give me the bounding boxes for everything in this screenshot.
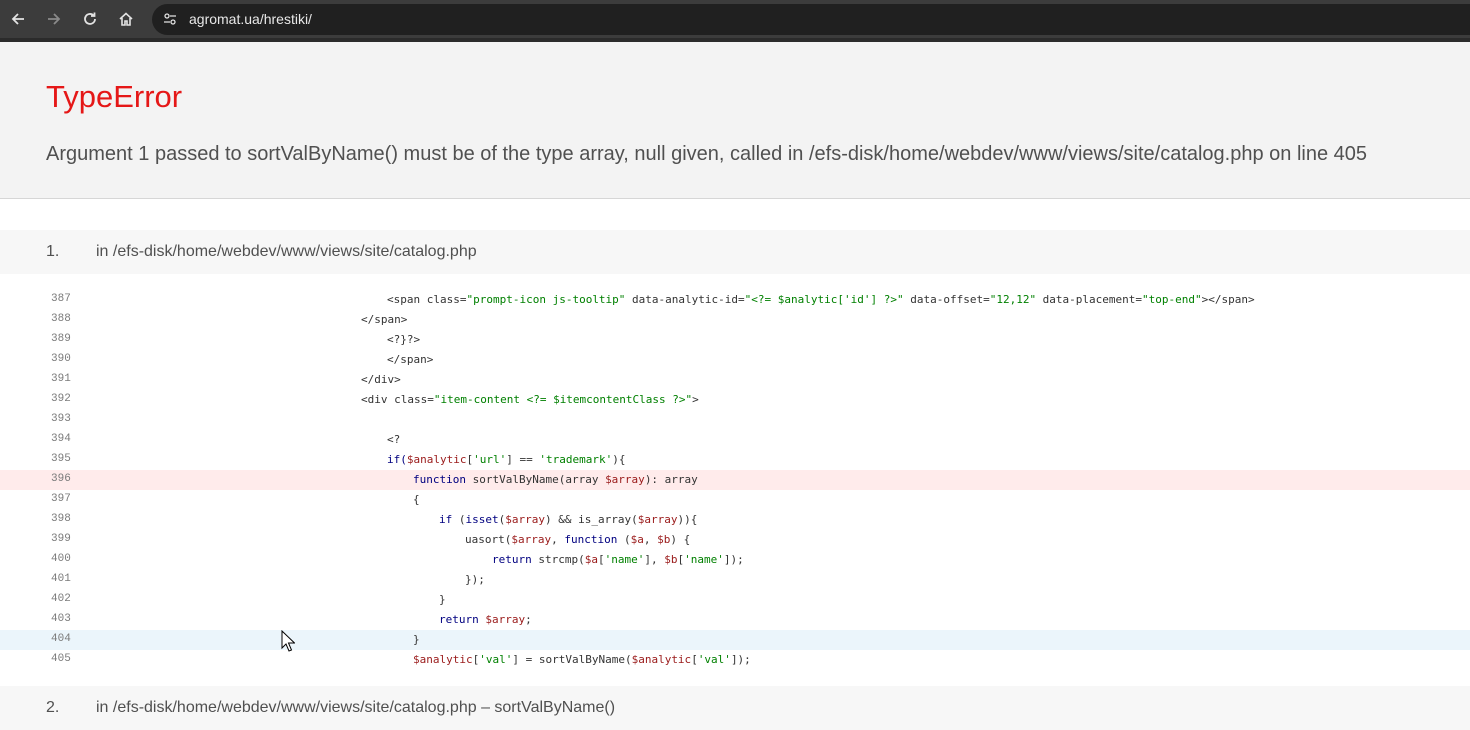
code-line: 390 </span> <box>0 350 1470 370</box>
source-text: </span> <box>387 353 434 366</box>
source-text: </span> <box>361 313 408 326</box>
source-text: function sortValByName(array $array): ar… <box>413 473 698 486</box>
source-text: </div> <box>361 373 401 386</box>
reload-icon[interactable] <box>78 7 102 31</box>
code-line: 400 return strcmp($a['name'], $b['name']… <box>0 550 1470 570</box>
source-text: <div class="item-content <?= $itemconten… <box>361 393 699 406</box>
source-text: { <box>413 493 420 506</box>
frame-number: 2. <box>46 699 60 716</box>
code-line: 387 <span class="prompt-icon js-tooltip"… <box>0 290 1470 310</box>
code-line: 402 } <box>0 590 1470 610</box>
code-snippet: 387 <span class="prompt-icon js-tooltip"… <box>0 290 1470 670</box>
line-number: 400 <box>51 553 71 565</box>
line-number: 404 <box>51 633 71 645</box>
line-number: 399 <box>51 533 71 545</box>
line-number: 402 <box>51 593 71 605</box>
line-number: 394 <box>51 433 71 445</box>
line-number: 387 <box>51 293 71 305</box>
error-header: TypeError Argument 1 passed to sortValBy… <box>0 42 1470 199</box>
error-message: Argument 1 passed to sortValByName() mus… <box>46 143 1368 165</box>
address-bar[interactable] <box>152 4 1470 35</box>
source-text: } <box>413 633 420 646</box>
back-arrow-icon[interactable] <box>6 7 30 31</box>
stack-frame-1-header[interactable]: 1. in /efs-disk/home/webdev/www/views/si… <box>0 230 1470 274</box>
source-text: }); <box>465 573 485 586</box>
source-text: <span class="prompt-icon js-tooltip" dat… <box>387 293 1255 306</box>
line-number: 398 <box>51 513 71 525</box>
mouse-cursor-icon <box>281 629 296 657</box>
code-line: 401 }); <box>0 570 1470 590</box>
source-text: uasort($array, function ($a, $b) { <box>465 533 691 546</box>
line-number: 393 <box>51 413 71 425</box>
code-line: 389 <?}?> <box>0 330 1470 350</box>
stack-frame-2-header[interactable]: 2. in /efs-disk/home/webdev/www/views/si… <box>0 686 1470 730</box>
line-number: 391 <box>51 373 71 385</box>
code-line: 405 $analytic['val'] = sortValByName($an… <box>0 650 1470 670</box>
source-text: <? <box>387 433 401 446</box>
line-number: 395 <box>51 453 71 465</box>
line-number: 389 <box>51 333 71 345</box>
code-line: 403 return $array; <box>0 610 1470 630</box>
line-number: 405 <box>51 653 71 665</box>
error-title: TypeError <box>46 79 183 114</box>
line-number: 396 <box>51 473 71 485</box>
source-text: } <box>439 593 446 606</box>
source-text: if($analytic['url'] == 'trademark'){ <box>387 453 626 466</box>
frame-location: in /efs-disk/home/webdev/www/views/site/… <box>96 699 616 716</box>
code-line: 398 if (isset($array) && is_array($array… <box>0 510 1470 530</box>
hovered-line: 404 } <box>0 630 1470 650</box>
url-text[interactable]: agromat.ua/hrestiki/ <box>189 11 312 27</box>
error-line: 396 function sortValByName(array $array)… <box>0 470 1470 490</box>
code-line: 388 </span> <box>0 310 1470 330</box>
code-line: 392 <div class="item-content <?= $itemco… <box>0 390 1470 410</box>
line-number: 392 <box>51 393 71 405</box>
code-line: 394 <? <box>0 430 1470 450</box>
line-number: 388 <box>51 313 71 325</box>
forward-arrow-icon[interactable] <box>42 7 66 31</box>
browser-toolbar: agromat.ua/hrestiki/ <box>0 0 1470 42</box>
source-text: if (isset($array) && is_array($array)){ <box>439 513 698 526</box>
source-text: <?}?> <box>387 333 421 346</box>
frame-number: 1. <box>46 243 60 260</box>
source-text: return strcmp($a['name'], $b['name']); <box>492 553 744 566</box>
line-number: 401 <box>51 573 71 585</box>
source-text: $analytic['val'] = sortValByName($analyt… <box>413 653 751 666</box>
code-line: 395 if($analytic['url'] == 'trademark'){ <box>0 450 1470 470</box>
frame-location: in /efs-disk/home/webdev/www/views/site/… <box>96 243 477 260</box>
source-text: return $array; <box>439 613 532 626</box>
home-icon[interactable] <box>114 7 138 31</box>
line-number: 403 <box>51 613 71 625</box>
line-number: 397 <box>51 493 71 505</box>
code-line: 397 { <box>0 490 1470 510</box>
line-number: 390 <box>51 353 71 365</box>
code-line: 393 <box>0 410 1470 430</box>
code-line: 399 uasort($array, function ($a, $b) { <box>0 530 1470 550</box>
code-line: 391 </div> <box>0 370 1470 390</box>
site-info-icon[interactable] <box>160 9 180 29</box>
